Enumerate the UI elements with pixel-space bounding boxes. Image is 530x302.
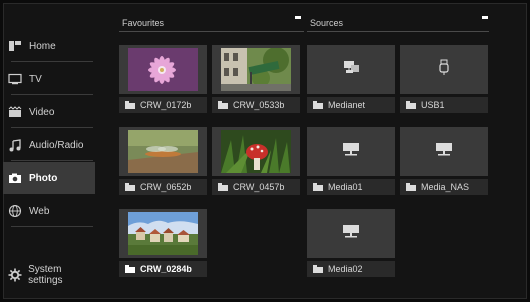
source-tile-medianet[interactable]: Medianet: [307, 45, 395, 113]
server-icon: [342, 224, 360, 243]
sidebar-item-label: Video: [29, 106, 55, 118]
tile-label: CRW_0172b: [140, 100, 192, 110]
sidebar-item-label: System settings: [28, 264, 63, 286]
source-tile-media-nas[interactable]: Media_NAS: [400, 127, 488, 195]
folder-icon: [125, 265, 135, 273]
thumbnail-frame: [400, 127, 488, 176]
sources-title: Sources: [310, 18, 344, 28]
tile-label: CRW_0284b: [140, 264, 192, 274]
video-icon: [6, 106, 24, 118]
tile-label: Media_NAS: [421, 182, 470, 192]
folder-icon: [218, 101, 228, 109]
network-icon: [342, 59, 360, 80]
sources-scroll-indicator: [482, 16, 488, 19]
favourite-tile-3[interactable]: CRW_0457b: [212, 127, 300, 195]
folder-icon: [313, 101, 323, 109]
sidebar: Home TV Video Audio/Radio Photo Web Syst…: [3, 30, 95, 292]
tile-caption: Media01: [307, 179, 395, 195]
sidebar-item-home[interactable]: Home: [3, 30, 95, 62]
thumbnail-frame: [307, 45, 395, 94]
favourite-tile-0[interactable]: CRW_0172b: [119, 45, 207, 113]
thumbnail-frame: [212, 45, 300, 94]
tile-label: USB1: [421, 100, 445, 110]
sidebar-item-web[interactable]: Web: [3, 195, 95, 227]
tv-icon: [6, 73, 24, 85]
folder-icon: [313, 183, 323, 191]
tile-caption: CRW_0172b: [119, 97, 207, 113]
sidebar-item-system-settings[interactable]: System settings: [3, 259, 95, 291]
tile-caption: CRW_0533b: [212, 97, 300, 113]
village-thumbnail: [128, 212, 198, 255]
thumbnail-frame: [307, 127, 395, 176]
tile-label: CRW_0457b: [233, 182, 285, 192]
gear-icon: [6, 268, 23, 282]
dragonfly-thumbnail: [128, 130, 198, 173]
server-icon: [435, 142, 453, 161]
sidebar-item-photo[interactable]: Photo: [3, 162, 95, 194]
tile-label: Media01: [328, 182, 363, 192]
folder-icon: [406, 183, 416, 191]
thumbnail-frame: [307, 209, 395, 258]
sidebar-item-label: Photo: [29, 172, 58, 184]
tile-caption: CRW_0457b: [212, 179, 300, 195]
home-icon: [6, 40, 24, 52]
tile-caption: Medianet: [307, 97, 395, 113]
street-sign-thumbnail: [221, 48, 291, 91]
music-note-icon: [6, 138, 24, 152]
sidebar-item-label: TV: [29, 73, 42, 85]
folder-icon: [218, 183, 228, 191]
thumbnail-frame: [119, 127, 207, 176]
tile-label: Media02: [328, 264, 363, 274]
sidebar-item-label: Home: [29, 40, 56, 52]
sources-divider: [307, 31, 489, 32]
usb-icon: [438, 59, 450, 80]
folder-icon: [406, 101, 416, 109]
sidebar-item-video[interactable]: Video: [3, 96, 95, 128]
folder-icon: [125, 183, 135, 191]
favourites-divider: [119, 31, 304, 32]
thumbnail-frame: [119, 209, 207, 258]
folder-icon: [313, 265, 323, 273]
tile-caption: USB1: [400, 97, 488, 113]
favourites-scroll-indicator: [295, 16, 301, 19]
thumbnail-frame: [400, 45, 488, 94]
folder-icon: [125, 101, 135, 109]
tile-caption: Media_NAS: [400, 179, 488, 195]
globe-icon: [6, 204, 24, 218]
tile-caption: CRW_0284b: [119, 261, 207, 277]
sidebar-item-label: Audio/Radio: [29, 139, 84, 151]
tile-caption: Media02: [307, 261, 395, 277]
tile-label: CRW_0533b: [233, 100, 285, 110]
thumbnail-frame: [212, 127, 300, 176]
tile-label: Medianet: [328, 100, 366, 110]
sidebar-item-tv[interactable]: TV: [3, 63, 95, 95]
camera-icon: [6, 172, 24, 184]
source-tile-media02[interactable]: Media02: [307, 209, 395, 277]
thumbnail-frame: [119, 45, 207, 94]
favourites-title: Favourites: [122, 18, 165, 28]
tile-caption: CRW_0652b: [119, 179, 207, 195]
pink-flower-thumbnail: [128, 48, 198, 91]
source-tile-media01[interactable]: Media01: [307, 127, 395, 195]
tile-label: CRW_0652b: [140, 182, 192, 192]
source-tile-usb1[interactable]: USB1: [400, 45, 488, 113]
favourite-tile-1[interactable]: CRW_0533b: [212, 45, 300, 113]
sidebar-item-audio-radio[interactable]: Audio/Radio: [3, 129, 95, 161]
server-icon: [342, 142, 360, 161]
favourite-tile-2[interactable]: CRW_0652b: [119, 127, 207, 195]
mushroom-thumbnail: [221, 130, 291, 173]
favourite-tile-4[interactable]: CRW_0284b: [119, 209, 207, 277]
sidebar-item-label: Web: [29, 205, 50, 217]
